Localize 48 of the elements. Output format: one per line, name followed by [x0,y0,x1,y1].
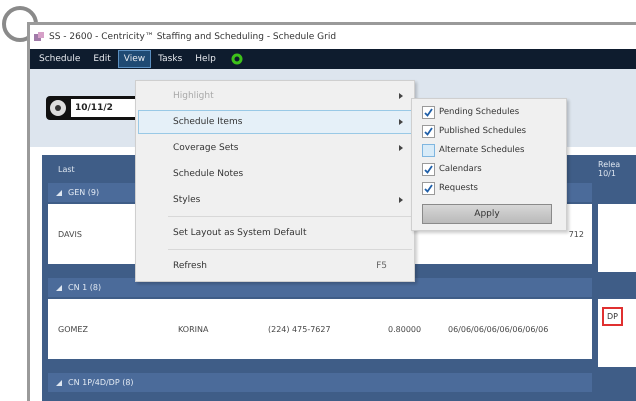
caret-icon[interactable] [56,380,62,386]
option-label: Published Schedules [439,126,526,136]
table-cell-text: 06/06/06/06/06/06/06/06 [448,324,550,334]
shift-code[interactable]: DP [602,307,623,326]
app-icon [34,32,44,42]
menu-item[interactable]: Schedule [33,50,86,68]
menu-option[interactable]: Set Layout as System Default [138,221,412,245]
table-cell: 712 [568,230,584,238]
apply-button[interactable]: Apply [422,204,552,224]
checkbox[interactable] [422,162,435,176]
menu-option[interactable]: Styles [138,188,412,212]
calendar-dial-icon[interactable] [49,99,67,117]
checkbox[interactable] [422,124,435,138]
menu-option[interactable]: Schedule Items [138,110,412,134]
option-label: Requests [439,183,478,193]
caret-icon[interactable] [56,284,62,290]
table-cell-text: GOMEZ [58,324,89,334]
caret-icon[interactable] [56,190,62,196]
table-cell-text: (224) 475-7627 [268,324,332,334]
window-title: SS - 2600 - Centricity™ Staffing and Scheduling - Schedule Grid [49,32,336,42]
submenu-arrow-icon [399,145,403,151]
table-cell-text: KORINA [178,324,210,334]
option-label: Alternate Schedules [439,145,524,155]
option-label: Pending Schedules [439,107,520,117]
group-label: GEN (9) [68,188,100,197]
table-cell-text: 0.80000 [388,324,422,334]
menu-item[interactable]: Tasks [152,50,188,68]
refresh-icon[interactable] [230,53,243,65]
table-row[interactable]: GOMEZ KORINA (224) 475-7627 0.80000 06/06/06/06/06/06/06/06 [48,299,592,359]
column-header: Relea [598,160,620,169]
checkbox[interactable] [422,144,435,156]
menu-item[interactable]: Edit [87,50,117,68]
menu-item[interactable]: Help [189,50,222,68]
menu-item[interactable]: View [118,50,152,68]
submenu-arrow-icon [399,119,403,125]
checkbox[interactable] [422,106,435,118]
option-label: Calendars [439,164,482,174]
menu-option[interactable]: Coverage Sets [138,136,412,160]
submenu-arrow-icon [399,93,403,99]
table-cell [598,204,636,272]
group-label: CN 1P/4D/DP (8) [68,378,134,387]
checkbox[interactable] [422,182,435,194]
menu-option[interactable]: Refresh F5 [138,254,412,278]
menu-option[interactable]: Schedule Notes [138,162,412,186]
column-header: 10/1 [598,169,616,178]
submenu-arrow-icon [399,197,403,203]
group-label: CN 1 (8) [68,283,102,292]
column-header: Last [57,164,75,174]
